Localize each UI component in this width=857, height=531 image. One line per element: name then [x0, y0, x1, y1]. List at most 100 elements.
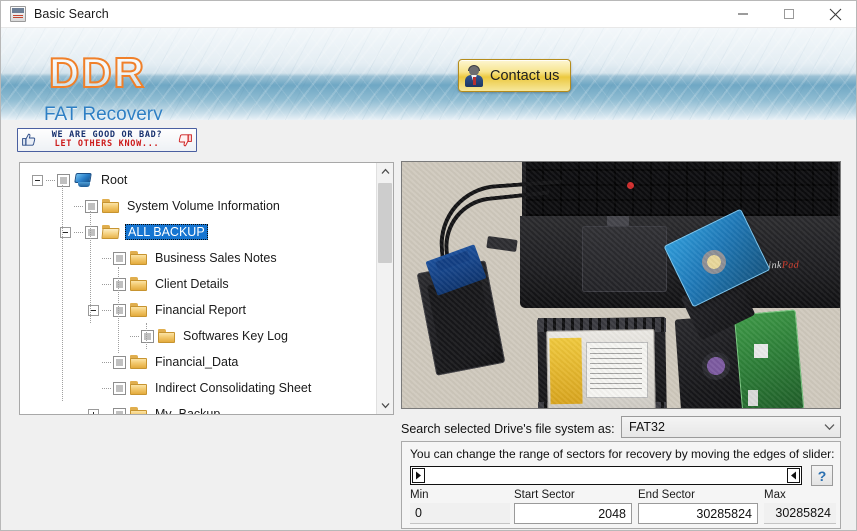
folder-icon [158, 329, 175, 343]
slider-handle-right[interactable] [787, 468, 800, 483]
end-sector-field-group: End Sector [638, 489, 758, 524]
min-value: 0 [410, 503, 510, 524]
feedback-badge[interactable]: WE ARE GOOD OR BAD? LET OTHERS KNOW... [17, 128, 197, 152]
tree-scrollbar[interactable] [376, 163, 393, 414]
collapse-icon[interactable] [32, 174, 43, 186]
tree-node-label: Financial Report [155, 303, 247, 317]
app-icon [10, 6, 26, 22]
min-label: Min [410, 489, 429, 501]
tree-connector [74, 231, 83, 233]
start-sector-field-group: Start Sector [514, 489, 632, 524]
folder-open-icon [101, 225, 120, 239]
tree-node-checkbox[interactable] [113, 355, 126, 369]
tree-connector [102, 257, 111, 259]
scrollbar-thumb[interactable] [378, 183, 392, 263]
maximize-button[interactable] [766, 1, 812, 28]
tree-connector [46, 179, 55, 181]
tree-node-checkbox[interactable] [85, 225, 98, 239]
tree-connector [102, 283, 111, 285]
tree-node[interactable]: Indirect Consolidating Sheet [20, 375, 376, 401]
sector-range-group: You can change the range of sectors for … [401, 441, 841, 529]
slider-handle-left[interactable] [412, 468, 425, 483]
tree-node-checkbox[interactable] [113, 303, 126, 317]
folder-icon [130, 407, 147, 414]
close-button[interactable] [812, 1, 856, 28]
folder-icon [102, 199, 119, 213]
tree-guide-line [146, 323, 147, 349]
window-controls [720, 1, 856, 28]
tree-connector [102, 413, 111, 414]
sector-range-hint: You can change the range of sectors for … [410, 447, 835, 461]
scroll-up-icon[interactable] [377, 163, 393, 180]
tree-guide-line [118, 267, 119, 353]
thumbs-down-icon [177, 132, 193, 148]
max-label: Max [764, 489, 786, 501]
filesystem-select[interactable]: FAT32 [621, 416, 841, 438]
tree-connector [102, 309, 111, 311]
tree-node[interactable]: My_Backup [20, 401, 376, 415]
max-field-group: Max 30285824 [764, 489, 836, 524]
folder-icon [130, 303, 147, 317]
tree-node-label: Business Sales Notes [155, 251, 277, 265]
tree-node-label: Softwares Key Log [183, 329, 288, 343]
tree-node-label: ALL BACKUP [125, 224, 208, 240]
tree-node-checkbox[interactable] [113, 251, 126, 265]
slider-track[interactable] [426, 467, 786, 484]
product-subtitle: FAT Recovery [44, 104, 163, 120]
end-sector-label: End Sector [638, 489, 695, 501]
tree-connector [102, 361, 111, 363]
tree-node[interactable]: Client Details [20, 271, 376, 297]
tree-node-label: Indirect Consolidating Sheet [155, 381, 312, 395]
product-photo: ThinkPad [401, 161, 841, 409]
folder-icon [130, 277, 147, 291]
trackpoint [627, 182, 634, 189]
help-button[interactable]: ? [811, 465, 833, 486]
tree-node[interactable]: Softwares Key Log [20, 323, 376, 349]
tree-connector [130, 335, 139, 337]
computer-icon [74, 172, 93, 188]
tree-node-label: Financial_Data [155, 355, 239, 369]
tree-node-checkbox[interactable] [113, 407, 126, 414]
folder-tree-panel[interactable]: Root System Volume Information ALL BACKUP B… [19, 162, 394, 415]
person-icon [464, 64, 484, 87]
application-window: Basic Search DDR FAT Recovery Contact us [0, 0, 857, 531]
start-sector-label: Start Sector [514, 489, 575, 501]
tree-node-checkbox[interactable] [141, 329, 154, 343]
title-bar: Basic Search [1, 1, 856, 28]
contact-us-label: Contact us [490, 67, 560, 84]
feedback-text: WE ARE GOOD OR BAD? LET OTHERS KNOW... [39, 131, 175, 149]
folder-icon [130, 381, 147, 395]
tree-node-checkbox[interactable] [57, 173, 70, 187]
contact-us-button[interactable]: Contact us [458, 59, 571, 92]
end-sector-input[interactable] [638, 503, 758, 524]
minimize-button[interactable] [720, 1, 766, 28]
tree-node-checkbox[interactable] [113, 381, 126, 395]
tree-node-checkbox[interactable] [113, 277, 126, 291]
tree-guide-line [62, 185, 63, 401]
sector-range-slider[interactable] [410, 466, 802, 485]
min-field-group: Min 0 [410, 489, 510, 524]
ddr-logo: DDR [48, 48, 146, 97]
tree-connector [74, 205, 83, 207]
tree-connector [102, 387, 111, 389]
tree-node[interactable]: Financial Report [20, 297, 376, 323]
window-title: Basic Search [34, 7, 109, 21]
tree-node[interactable]: Financial_Data [20, 349, 376, 375]
tree-node-checkbox[interactable] [85, 199, 98, 213]
feedback-line-2: LET OTHERS KNOW... [54, 139, 160, 149]
folder-tree[interactable]: Root System Volume Information ALL BACKUP B… [20, 163, 376, 414]
chevron-down-icon[interactable] [818, 417, 840, 437]
tree-node[interactable]: Root [20, 167, 376, 193]
tree-node[interactable]: System Volume Information [20, 193, 376, 219]
tree-guide-line [90, 211, 91, 323]
tree-node-label: System Volume Information [127, 199, 280, 213]
tree-node[interactable]: Business Sales Notes [20, 245, 376, 271]
tree-node-label: My_Backup [155, 407, 221, 415]
start-sector-input[interactable] [514, 503, 632, 524]
expand-icon[interactable] [88, 408, 99, 414]
folder-icon [130, 355, 147, 369]
tree-node[interactable]: ALL BACKUP [20, 219, 376, 245]
header-banner: DDR FAT Recovery Contact us [1, 28, 856, 120]
scroll-down-icon[interactable] [377, 397, 393, 414]
max-value: 30285824 [764, 503, 836, 524]
